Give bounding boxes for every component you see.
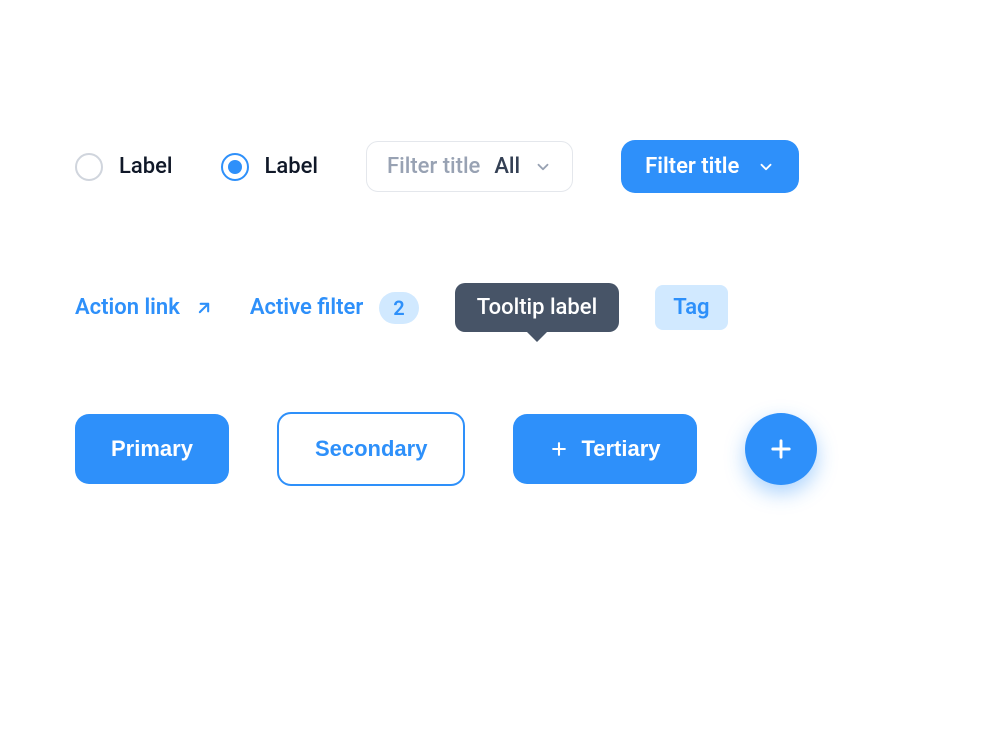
radio-selected-group: Label [221, 153, 319, 181]
primary-button-label: Primary [111, 436, 193, 462]
active-filter-badge: 2 [379, 292, 418, 324]
radio-unselected-group: Label [75, 153, 173, 181]
tag-label: Tag [673, 295, 709, 320]
fab-add-button[interactable] [745, 413, 817, 485]
primary-button[interactable]: Primary [75, 414, 229, 484]
radio-selected[interactable] [221, 153, 249, 181]
radio-unselected-label: Label [119, 154, 173, 179]
secondary-button-label: Secondary [315, 436, 428, 462]
tooltip: Tooltip label [455, 283, 619, 332]
radio-dot-icon [228, 160, 242, 174]
plus-icon [549, 439, 569, 459]
tag[interactable]: Tag [655, 285, 727, 330]
active-filter-label: Active filter [250, 295, 363, 320]
action-link[interactable]: Action link [75, 295, 214, 320]
active-filter[interactable]: Active filter 2 [250, 292, 419, 324]
radio-unselected[interactable] [75, 153, 103, 181]
action-link-label: Action link [75, 295, 180, 320]
plus-icon [767, 435, 795, 463]
chevron-down-icon [757, 158, 775, 176]
radio-selected-label: Label [265, 154, 319, 179]
arrow-up-right-icon [194, 298, 214, 318]
tooltip-label: Tooltip label [477, 295, 597, 320]
filter-dropdown-light[interactable]: Filter title All [366, 141, 573, 192]
filter-light-title: Filter title [387, 154, 480, 179]
secondary-button[interactable]: Secondary [277, 412, 466, 486]
row-buttons: Primary Secondary Tertiary [75, 412, 925, 486]
tertiary-button-label: Tertiary [581, 436, 660, 462]
tertiary-button[interactable]: Tertiary [513, 414, 696, 484]
filter-light-value: All [494, 154, 520, 179]
filter-solid-title: Filter title [645, 154, 739, 179]
row-links: Action link Active filter 2 Tooltip labe… [75, 283, 925, 332]
chevron-down-icon [534, 158, 552, 176]
filter-dropdown-solid[interactable]: Filter title [621, 140, 799, 193]
row-controls: Label Label Filter title All Filter titl… [75, 140, 925, 193]
